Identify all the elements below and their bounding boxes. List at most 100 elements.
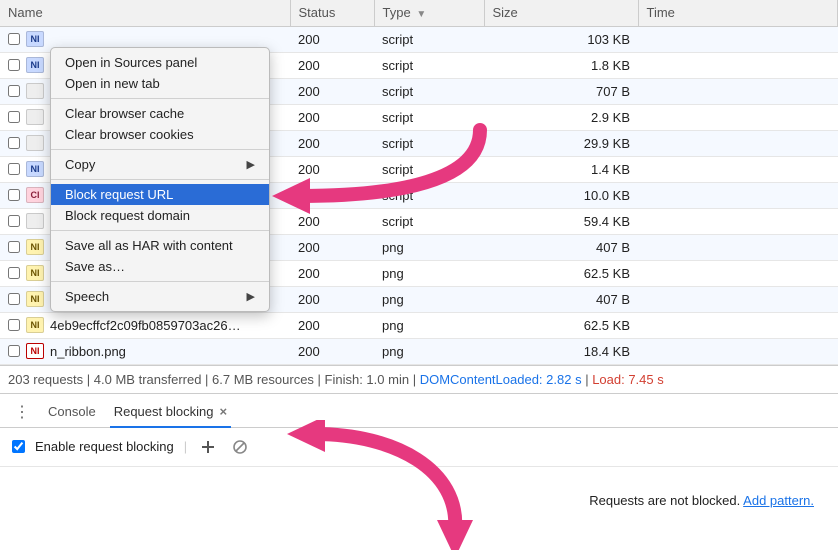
table-row[interactable]: NI 4eb9ecffcf2c09fb0859703ac26… 200png62.5…: [0, 312, 838, 338]
file-type-icon: NI: [26, 317, 44, 333]
row-status: 200: [290, 78, 374, 104]
row-checkbox[interactable]: [8, 59, 20, 71]
drawer-tabs: ⋮ Console Request blocking×: [0, 394, 838, 428]
row-status: 200: [290, 52, 374, 78]
col-header-size[interactable]: Size: [484, 0, 638, 26]
row-time: [638, 78, 838, 104]
row-size: 10.0 KB: [484, 182, 638, 208]
file-type-icon: NI: [26, 343, 44, 359]
row-time: [638, 286, 838, 312]
col-header-name[interactable]: Name: [0, 0, 290, 26]
sort-desc-icon: ▼: [416, 9, 426, 20]
row-time: [638, 234, 838, 260]
row-size: 1.8 KB: [484, 52, 638, 78]
ctx-copy[interactable]: Copy▶: [51, 154, 269, 175]
row-checkbox[interactable]: [8, 137, 20, 149]
row-checkbox[interactable]: [8, 267, 20, 279]
request-blocking-toolbar: Enable request blocking |: [0, 428, 838, 467]
context-menu: Open in Sources panel Open in new tab Cl…: [50, 47, 270, 312]
ctx-clear-cookies[interactable]: Clear browser cookies: [51, 124, 269, 145]
row-type: png: [374, 260, 484, 286]
summary-requests: 203 requests: [8, 372, 83, 387]
file-type-icon: [26, 83, 44, 99]
summary-transferred: 4.0 MB transferred: [94, 372, 202, 387]
row-size: 59.4 KB: [484, 208, 638, 234]
row-status: 200: [290, 234, 374, 260]
row-status: 200: [290, 156, 374, 182]
col-header-status[interactable]: Status: [290, 0, 374, 26]
row-checkbox[interactable]: [8, 241, 20, 253]
col-header-time[interactable]: Time: [638, 0, 838, 26]
row-time: [638, 156, 838, 182]
row-status: 200: [290, 182, 374, 208]
add-pattern-button[interactable]: [197, 436, 219, 458]
row-size: 407 B: [484, 234, 638, 260]
row-type: script: [374, 182, 484, 208]
file-type-icon: [26, 135, 44, 151]
enable-blocking-checkbox[interactable]: [12, 440, 25, 453]
ctx-save-as[interactable]: Save as…: [51, 256, 269, 277]
summary-finish: Finish: 1.0 min: [325, 372, 410, 387]
row-status: 200: [290, 312, 374, 338]
row-size: 707 B: [484, 78, 638, 104]
row-checkbox[interactable]: [8, 293, 20, 305]
row-status: 200: [290, 338, 374, 364]
row-status: 200: [290, 208, 374, 234]
table-row[interactable]: NIn_ribbon.png200png18.4 KB: [0, 338, 838, 364]
row-size: 18.4 KB: [484, 338, 638, 364]
row-time: [638, 130, 838, 156]
ctx-block-domain[interactable]: Block request domain: [51, 205, 269, 226]
no-blocked-message: Requests are not blocked. Add pattern.: [589, 493, 814, 508]
row-checkbox[interactable]: [8, 319, 20, 331]
row-checkbox[interactable]: [8, 189, 20, 201]
clear-patterns-button[interactable]: [229, 436, 251, 458]
file-type-icon: [26, 109, 44, 125]
row-checkbox[interactable]: [8, 33, 20, 45]
row-status: 200: [290, 130, 374, 156]
row-status: 200: [290, 286, 374, 312]
row-type: script: [374, 78, 484, 104]
row-type: script: [374, 130, 484, 156]
row-checkbox[interactable]: [8, 345, 20, 357]
ctx-open-sources[interactable]: Open in Sources panel: [51, 52, 269, 73]
row-type: png: [374, 338, 484, 364]
enable-blocking-label: Enable request blocking: [35, 439, 174, 454]
row-checkbox[interactable]: [8, 215, 20, 227]
col-header-type[interactable]: Type ▼: [374, 0, 484, 26]
row-type: png: [374, 312, 484, 338]
plus-icon: [202, 441, 214, 453]
ctx-open-tab[interactable]: Open in new tab: [51, 73, 269, 94]
row-time: [638, 104, 838, 130]
tab-console[interactable]: Console: [44, 398, 100, 427]
ctx-clear-cache[interactable]: Clear browser cache: [51, 103, 269, 124]
tab-request-blocking[interactable]: Request blocking×: [110, 398, 231, 427]
ctx-save-har[interactable]: Save all as HAR with content: [51, 235, 269, 256]
row-type: script: [374, 104, 484, 130]
row-name: 4eb9ecffcf2c09fb0859703ac26…: [50, 318, 241, 333]
chevron-right-icon: ▶: [247, 158, 255, 171]
ctx-speech[interactable]: Speech▶: [51, 286, 269, 307]
row-status: 200: [290, 104, 374, 130]
row-time: [638, 338, 838, 364]
row-type: png: [374, 234, 484, 260]
row-time: [638, 312, 838, 338]
kebab-icon[interactable]: ⋮: [10, 402, 34, 422]
row-size: 62.5 KB: [484, 312, 638, 338]
row-time: [638, 208, 838, 234]
row-checkbox[interactable]: [8, 163, 20, 175]
file-type-icon: [26, 213, 44, 229]
summary-resources: 6.7 MB resources: [212, 372, 314, 387]
row-time: [638, 52, 838, 78]
row-type: script: [374, 156, 484, 182]
row-checkbox[interactable]: [8, 85, 20, 97]
row-checkbox[interactable]: [8, 111, 20, 123]
ctx-block-url[interactable]: Block request URL: [51, 184, 269, 205]
row-size: 62.5 KB: [484, 260, 638, 286]
summary-dcl: DOMContentLoaded: 2.82 s: [420, 372, 582, 387]
close-icon[interactable]: ×: [219, 404, 227, 419]
row-type: script: [374, 26, 484, 52]
summary-load: Load: 7.45 s: [592, 372, 664, 387]
row-type: png: [374, 286, 484, 312]
row-size: 29.9 KB: [484, 130, 638, 156]
add-pattern-link[interactable]: Add pattern.: [743, 493, 814, 508]
